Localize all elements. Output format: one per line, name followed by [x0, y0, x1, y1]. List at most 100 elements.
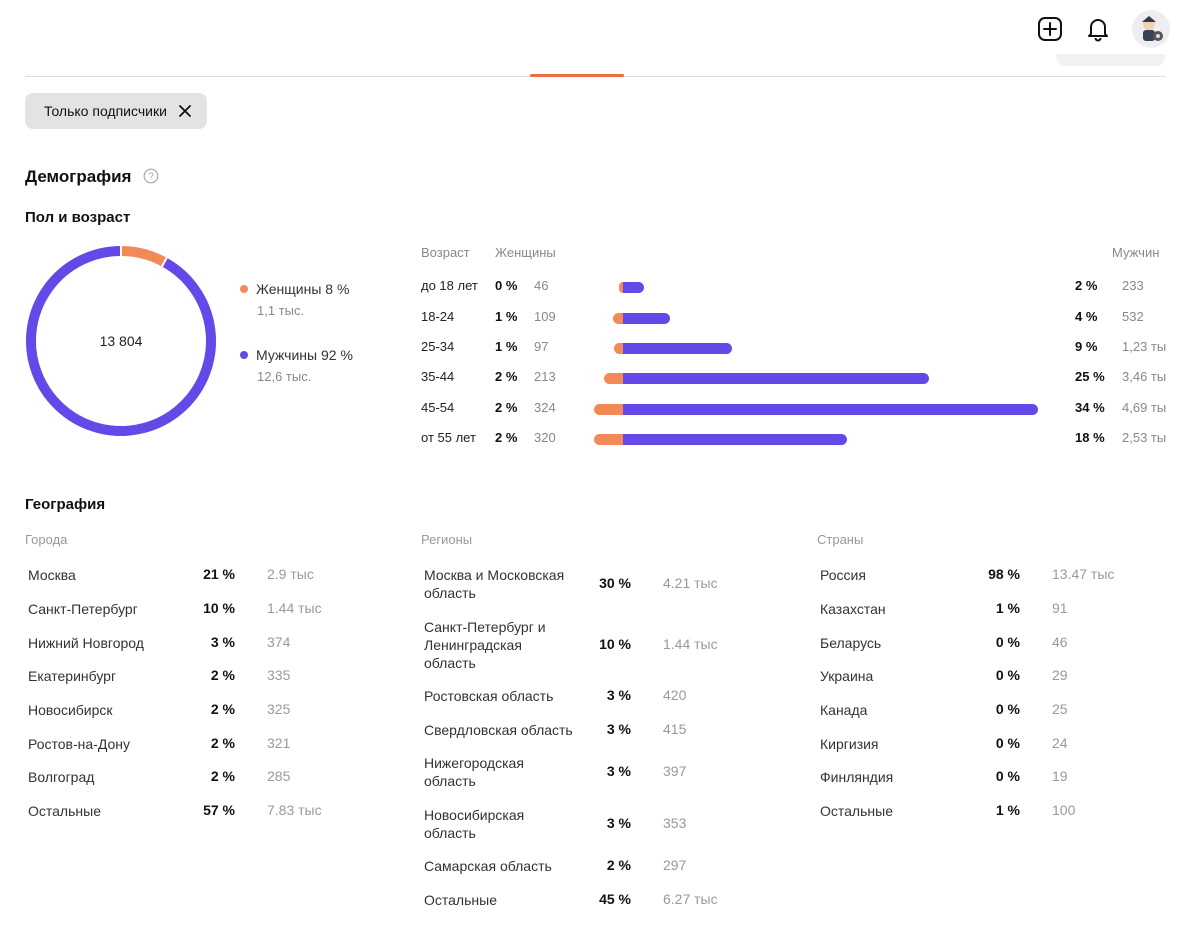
regions-count: 1.44 тыс	[663, 636, 718, 652]
countries-pct: 0 %	[995, 701, 1020, 717]
regions-count: 353	[663, 815, 687, 831]
donut-total: 13 804	[99, 333, 143, 349]
countries-name: Казахстан	[820, 601, 886, 617]
countries-pct: 0 %	[995, 735, 1020, 751]
men-bar	[623, 313, 671, 324]
cities-count: 321	[267, 735, 291, 751]
men-pct: 18 %	[1075, 430, 1105, 445]
cities-count: 7.83 тыс	[267, 802, 322, 818]
tab-active-indicator	[530, 74, 624, 77]
women-count: 109	[534, 309, 556, 324]
women-bar	[593, 404, 623, 415]
men-count: 4,69 ты	[1122, 400, 1167, 415]
legend-women: Женщины 8 % 1,1 тыс.	[240, 281, 349, 318]
women-bar	[594, 434, 623, 445]
regions-pct: 3 %	[606, 815, 631, 831]
women-pct: 1 %	[495, 309, 518, 324]
close-icon[interactable]	[177, 103, 193, 119]
men-dot	[240, 351, 248, 359]
regions-count: 397	[663, 763, 687, 779]
regions-count: 4.21 тыс	[663, 575, 718, 591]
cities-pct: 57 %	[203, 802, 235, 818]
bell-icon[interactable]	[1084, 15, 1112, 43]
countries-pct: 0 %	[995, 768, 1020, 784]
cities-count: 374	[267, 634, 291, 650]
age-label: 45-54	[421, 400, 455, 415]
col-age-header: Возраст	[421, 245, 470, 260]
cities-name: Санкт-Петербург	[28, 601, 138, 617]
cities-name: Екатеринбург	[28, 668, 117, 684]
donut-slice-women	[120, 246, 167, 267]
women-bar	[613, 313, 623, 324]
countries-pct: 98 %	[988, 566, 1020, 582]
cities-pct: 10 %	[203, 600, 235, 616]
regions-pct: 2 %	[606, 857, 631, 873]
header-actions	[1036, 10, 1170, 48]
regions-pct: 10 %	[599, 636, 631, 652]
age-row: 45-54 2 % 324 34 % 4,69 ты	[421, 399, 1171, 419]
countries-pct: 1 %	[995, 600, 1020, 616]
regions-pct: 30 %	[599, 575, 631, 591]
countries-name: Остальные	[820, 803, 893, 819]
men-bar	[623, 404, 1038, 415]
cities-count: 2.9 тыс	[267, 566, 314, 582]
men-count: 532	[1122, 309, 1144, 324]
cities-pct: 2 %	[210, 735, 235, 751]
men-count: 1,23 ты	[1122, 339, 1167, 354]
regions-count: 297	[663, 857, 687, 873]
women-pct: 2 %	[495, 430, 518, 445]
women-dot	[240, 285, 248, 293]
age-label: 18-24	[421, 309, 455, 324]
age-label: до 18 лет	[421, 278, 478, 293]
cities-count: 1.44 тыс	[267, 600, 322, 616]
countries-name: Финляндия	[820, 769, 894, 785]
regions-pct: 45 %	[599, 891, 631, 907]
age-label: 25-34	[421, 339, 455, 354]
men-bar	[623, 282, 644, 293]
legend-men-label: Мужчины 92 %	[256, 347, 353, 363]
cities-pct: 2 %	[210, 667, 235, 683]
regions-header: Регионы	[421, 532, 473, 547]
countries-count: 46	[1052, 634, 1068, 650]
legend-men: Мужчины 92 % 12,6 тыс.	[240, 347, 353, 384]
countries-count: 29	[1052, 667, 1068, 683]
avatar[interactable]	[1132, 10, 1170, 48]
gender-age-title: Пол и возраст	[25, 209, 131, 226]
cities-pct: 3 %	[210, 634, 235, 650]
add-post-icon[interactable]	[1036, 15, 1064, 43]
countries-count: 13.47 тыс	[1052, 566, 1115, 582]
age-label: от 55 лет	[421, 430, 476, 445]
women-count: 97	[534, 339, 549, 354]
women-count: 46	[534, 278, 549, 293]
age-row: 25-34 1 % 97 9 % 1,23 ты	[421, 338, 1171, 358]
legend-women-label: Женщины 8 %	[256, 281, 350, 297]
cities-count: 335	[267, 667, 291, 683]
women-bar	[614, 343, 623, 354]
men-count: 2,53 ты	[1122, 430, 1167, 445]
age-row: от 55 лет 2 % 320 18 % 2,53 ты	[421, 429, 1171, 449]
men-pct: 4 %	[1075, 309, 1098, 324]
svg-text:?: ?	[148, 172, 154, 183]
cities-pct: 21 %	[203, 566, 235, 582]
legend-women-sub: 1,1 тыс.	[257, 303, 305, 318]
countries-count: 91	[1052, 600, 1068, 616]
regions-count: 415	[663, 721, 687, 737]
filter-chip-subscribers[interactable]: Только подписчики	[25, 93, 207, 129]
cities-name: Остальные	[28, 803, 101, 819]
regions-name: Нижегородская область	[424, 755, 524, 789]
geography-title: География	[25, 496, 106, 513]
cities-pct: 2 %	[210, 768, 235, 784]
cities-header: Города	[25, 532, 68, 547]
women-count: 320	[534, 430, 556, 445]
help-icon[interactable]: ?	[143, 168, 159, 184]
regions-count: 6.27 тыс	[663, 891, 718, 907]
men-bar	[623, 434, 847, 445]
regions-name: Остальные	[424, 892, 497, 908]
legend-men-sub: 12,6 тыс.	[257, 369, 312, 384]
regions-name: Ростовская область	[424, 688, 554, 704]
men-pct: 2 %	[1075, 278, 1098, 293]
cities-name: Волгоград	[28, 769, 95, 785]
regions-name: Москва и Московская область	[424, 567, 565, 601]
countries-name: Киргизия	[820, 736, 879, 752]
women-bar	[603, 373, 623, 384]
